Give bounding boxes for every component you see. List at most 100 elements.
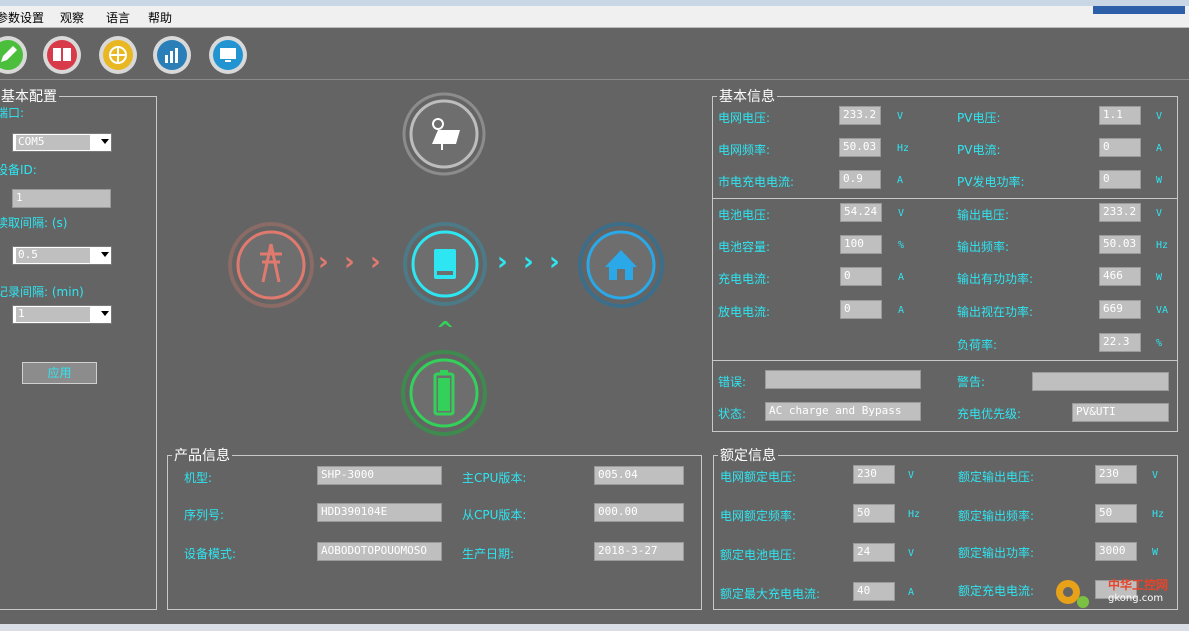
pv-power-unit: W [1156, 175, 1163, 186]
read-interval-select[interactable]: 0.5 [12, 246, 112, 265]
battery-icon [401, 350, 487, 439]
rated-max-charge-current-value: 40 [853, 582, 895, 601]
book-icon[interactable] [42, 35, 82, 75]
output-active-power-label: 输出有功功率: [957, 272, 1034, 286]
menu-item-help[interactable]: 帮助 [148, 9, 172, 26]
chevron-right-icon: › [523, 247, 534, 277]
product-info-title: 产品信息 [174, 448, 230, 464]
error-value [765, 370, 921, 389]
rated-battery-voltage-unit: V [908, 548, 915, 559]
rated-charge-current-label: 额定充电电流: [958, 584, 1035, 598]
apply-button[interactable]: 应用 [22, 362, 97, 384]
menu-bar: 参数设置 观察 语言 帮助 [0, 6, 1189, 28]
slave-cpu-value: 000.00 [594, 503, 684, 522]
grid-freq-label: 电网频率: [718, 143, 771, 157]
menu-item-view[interactable]: 观察 [60, 9, 84, 26]
main-cpu-value: 005.04 [594, 466, 684, 485]
rated-grid-freq-value: 50 [853, 504, 895, 523]
discharge-current-unit: A [898, 305, 905, 316]
battery-capacity-value: 100 [840, 235, 882, 254]
rated-output-freq-label: 额定输出频率: [958, 509, 1035, 523]
battery-capacity-label: 电池容量: [718, 240, 771, 254]
globe-icon[interactable] [98, 35, 138, 75]
divider [713, 360, 1177, 361]
rated-grid-voltage-label: 电网额定电压: [720, 470, 797, 484]
rated-max-charge-current-unit: A [908, 587, 915, 598]
output-freq-value: 50.03 [1099, 235, 1141, 254]
battery-voltage-value: 54.24 [840, 203, 882, 222]
grid-tower-icon [228, 222, 314, 311]
monitor-icon[interactable] [208, 35, 248, 75]
rated-grid-voltage-unit: V [908, 470, 915, 481]
prod-date-label: 生产日期: [462, 547, 515, 561]
rated-output-freq-unit: Hz [1152, 509, 1165, 520]
output-apparent-power-unit: VA [1156, 305, 1169, 316]
model-label: 机型: [184, 471, 213, 485]
device-mode-label: 设备模式: [184, 547, 237, 561]
rated-output-power-label: 额定输出功率: [958, 546, 1035, 560]
rated-output-power-value: 3000 [1095, 542, 1137, 561]
rated-info-title: 额定信息 [720, 448, 776, 464]
model-value: SHP-3000 [317, 466, 442, 485]
read-interval-label: 读取间隔: (s) [0, 216, 68, 230]
mains-charge-current-value: 0.9 [839, 170, 881, 189]
rated-grid-voltage-value: 230 [853, 465, 895, 484]
serial-value: HDD390104E [317, 503, 442, 522]
pv-current-unit: A [1156, 143, 1163, 154]
pv-power-value: 0 [1099, 170, 1141, 189]
chevron-right-icon: › [318, 247, 329, 277]
chevron-down-icon [101, 139, 109, 144]
output-voltage-unit: V [1156, 208, 1163, 219]
basic-info-title: 基本信息 [719, 89, 775, 105]
house-load-icon [578, 222, 664, 311]
grid-freq-unit: Hz [897, 143, 910, 154]
battery-voltage-unit: V [898, 208, 905, 219]
warning-value [1032, 372, 1169, 391]
rated-output-voltage-unit: V [1152, 470, 1159, 481]
charge-current-unit: A [898, 272, 905, 283]
chevron-down-icon [101, 311, 109, 316]
error-label: 错误: [718, 375, 747, 389]
gear-icon [1056, 580, 1089, 608]
pv-power-label: PV发电功率: [957, 175, 1025, 189]
menu-item-params[interactable]: 参数设置 [0, 9, 44, 26]
grid-voltage-unit: V [897, 111, 904, 122]
load-rate-label: 负荷率: [957, 338, 998, 352]
battery-voltage-label: 电池电压: [718, 208, 771, 222]
mains-charge-current-label: 市电充电电流: [718, 175, 795, 189]
read-interval-value: 0.5 [16, 248, 90, 263]
pv-voltage-label: PV电压: [957, 111, 1001, 125]
status-label: 状态: [718, 407, 747, 421]
chevron-right-icon: › [497, 247, 508, 277]
log-interval-value: 1 [16, 307, 90, 322]
load-rate-unit: % [1156, 338, 1163, 349]
pv-current-value: 0 [1099, 138, 1141, 157]
divider [713, 198, 1177, 199]
log-interval-select[interactable]: 1 [12, 305, 112, 324]
menu-item-language[interactable]: 语言 [106, 9, 130, 26]
grid-freq-value: 50.03 [839, 138, 881, 157]
charge-current-label: 充电电流: [718, 272, 771, 286]
inverter-icon [403, 222, 487, 309]
window-controls[interactable] [1093, 6, 1185, 14]
rated-output-power-unit: W [1152, 547, 1159, 558]
status-value: AC charge and Bypass [765, 402, 921, 421]
port-select[interactable]: COM5 [12, 133, 112, 152]
rated-output-voltage-label: 额定输出电压: [958, 470, 1035, 484]
rated-battery-voltage-label: 额定电池电压: [720, 548, 797, 562]
grid-voltage-value: 233.2 [839, 106, 881, 125]
prod-date-value: 2018-3-27 [594, 542, 684, 561]
device-id-input[interactable]: 1 [12, 189, 111, 208]
solar-panel-icon [402, 92, 486, 179]
output-voltage-value: 233.2 [1099, 203, 1141, 222]
pencil-icon[interactable] [0, 35, 28, 75]
chart-icon[interactable] [152, 35, 192, 75]
charge-current-value: 0 [840, 267, 882, 286]
pv-voltage-unit: V [1156, 111, 1163, 122]
rated-battery-voltage-value: 24 [853, 543, 895, 562]
mains-charge-current-unit: A [897, 175, 904, 186]
load-rate-value: 22.3 [1099, 333, 1141, 352]
warning-label: 警告: [957, 375, 986, 389]
slave-cpu-label: 从CPU版本: [462, 508, 527, 522]
discharge-current-label: 放电电流: [718, 305, 771, 319]
